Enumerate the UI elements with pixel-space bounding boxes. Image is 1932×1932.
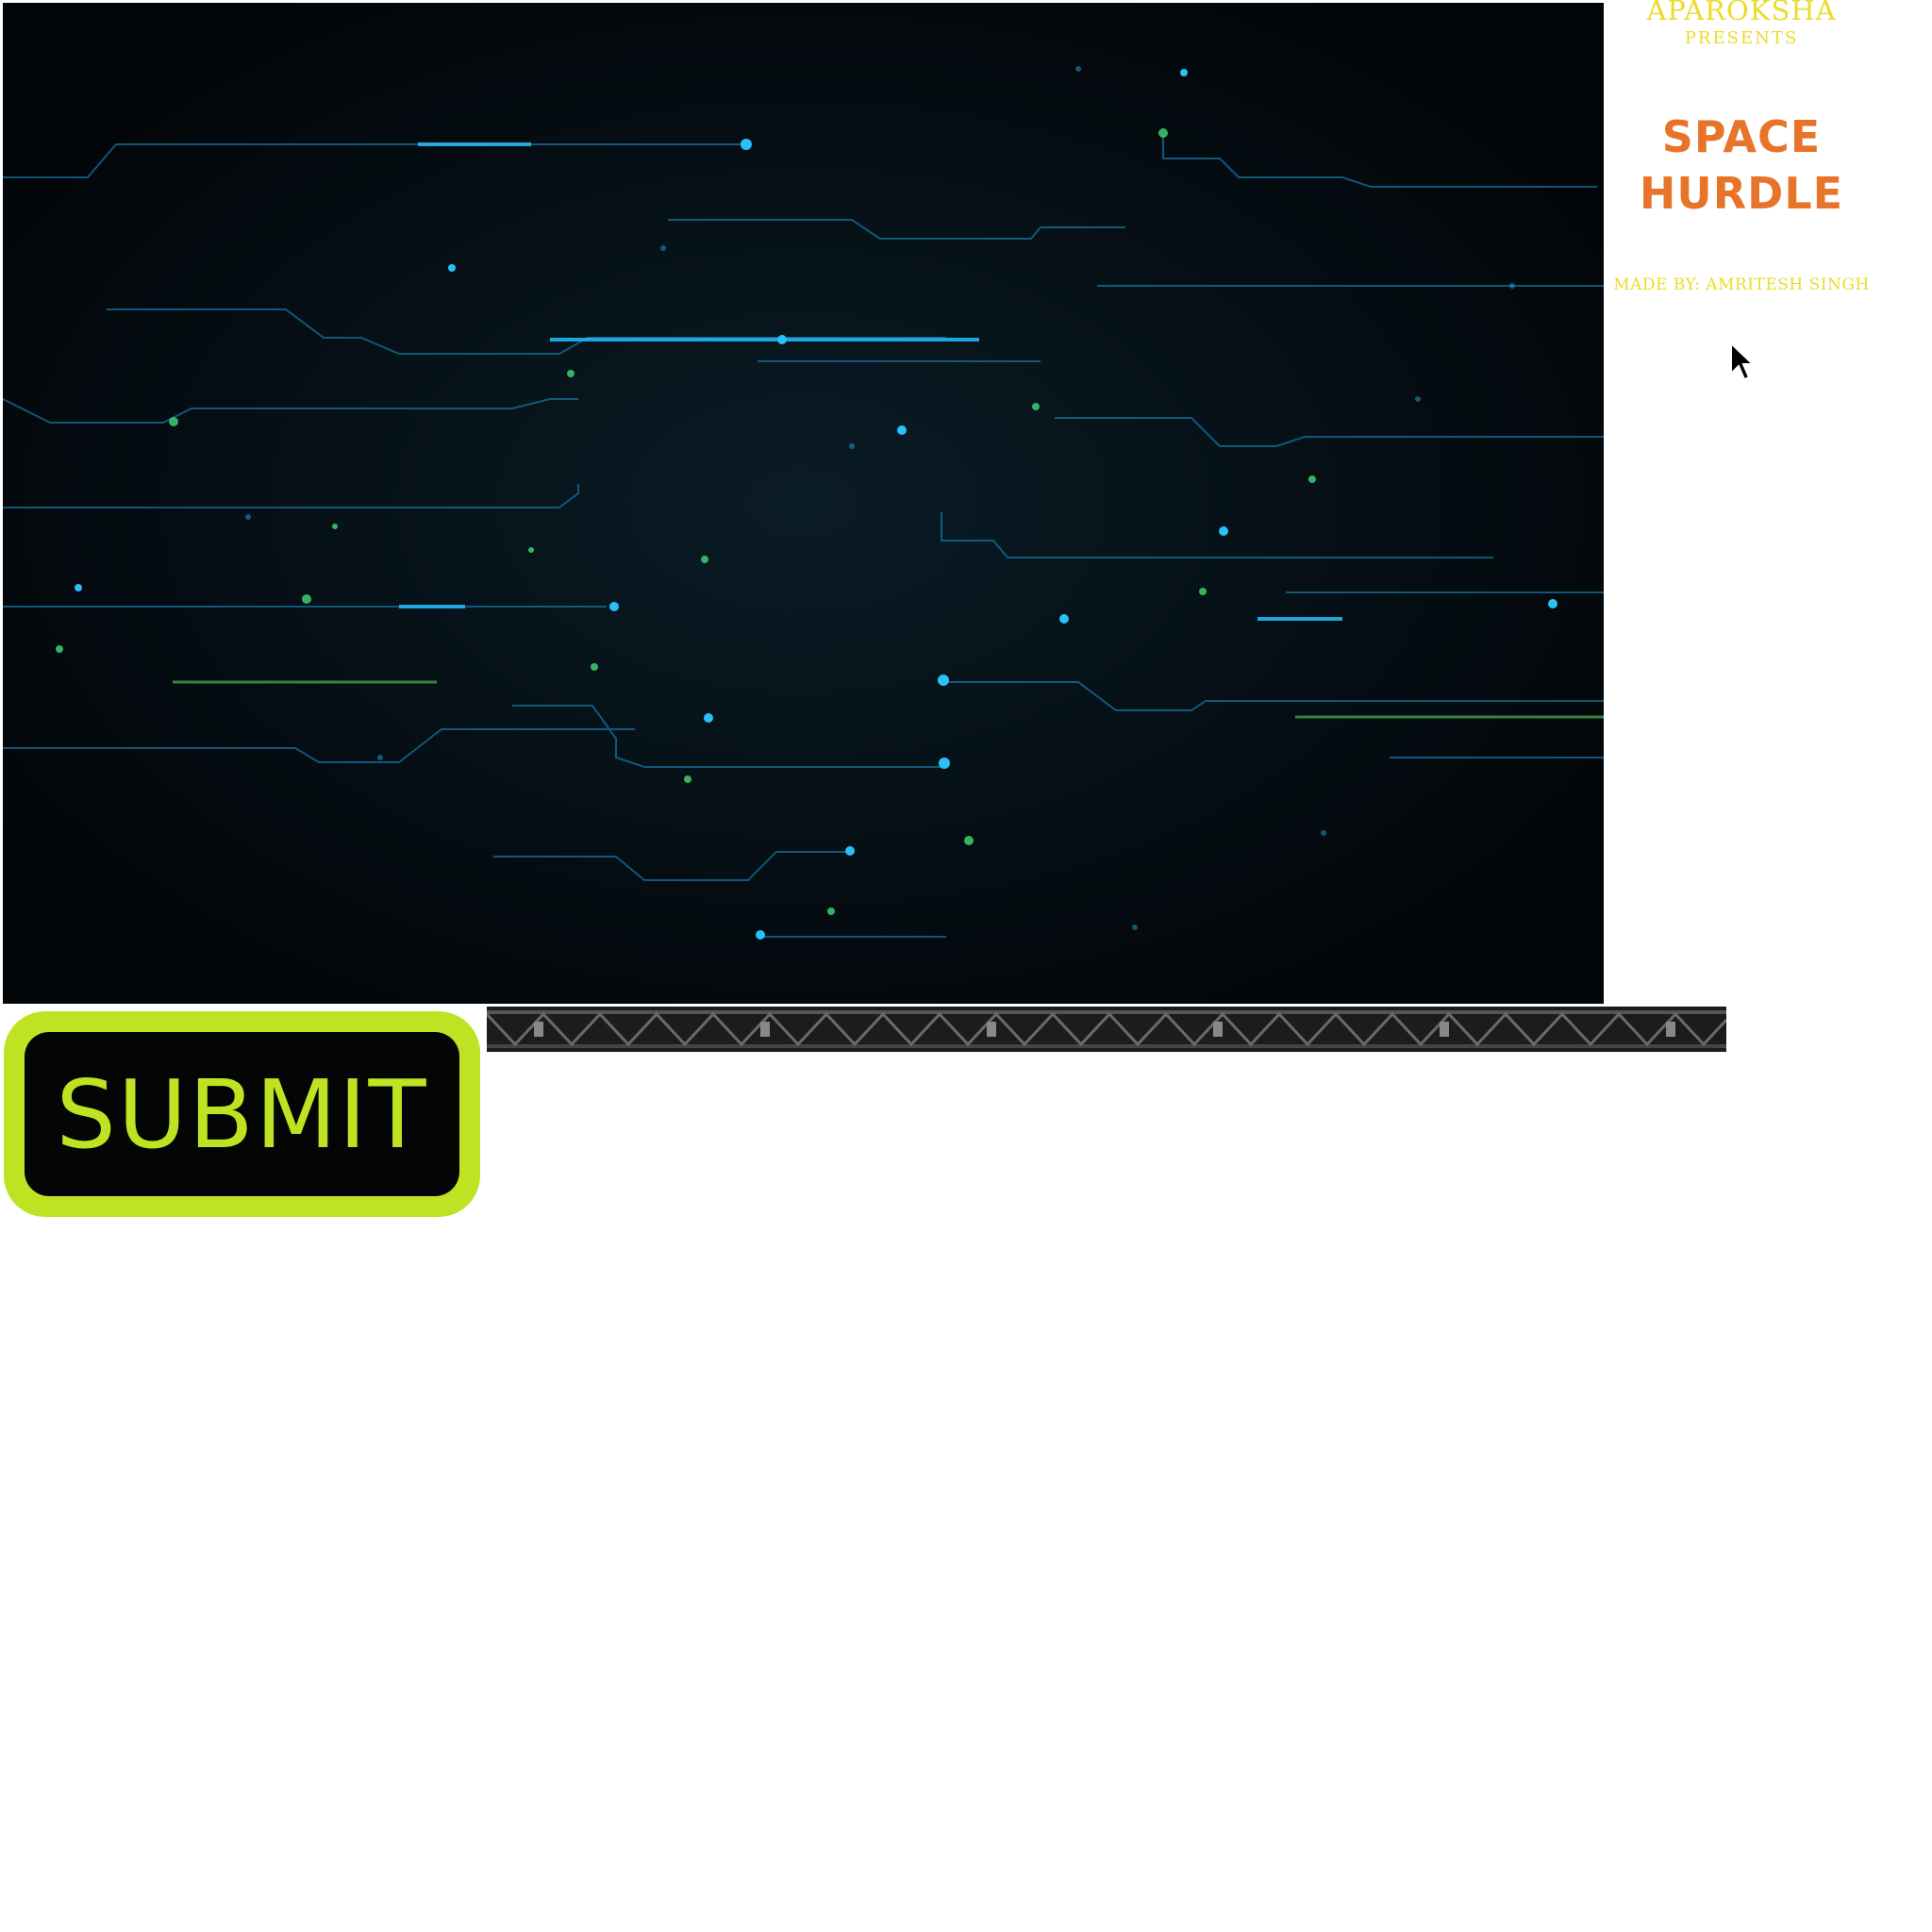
game-canvas[interactable] [3,3,1604,1004]
circuit-background [3,3,1604,1004]
submit-button-inner: SUBMIT [25,1032,459,1196]
game-title-line2: HURDLE [1639,168,1844,219]
submit-button[interactable]: SUBMIT [4,1011,480,1217]
metal-girder-platform [487,1007,1726,1052]
mouse-pointer-icon [1729,341,1756,387]
author-credit: MADE BY: AMRITESH SINGH [1613,275,1870,294]
game-title-line1: SPACE [1661,111,1822,162]
presents-label: PRESENTS [1684,28,1799,48]
title-panel: APAROKSHA PRESENTS SPACE HURDLE MADE BY:… [1604,0,1932,396]
presenter-name: APAROKSHA [1646,0,1837,26]
submit-button-label: SUBMIT [56,1058,428,1170]
